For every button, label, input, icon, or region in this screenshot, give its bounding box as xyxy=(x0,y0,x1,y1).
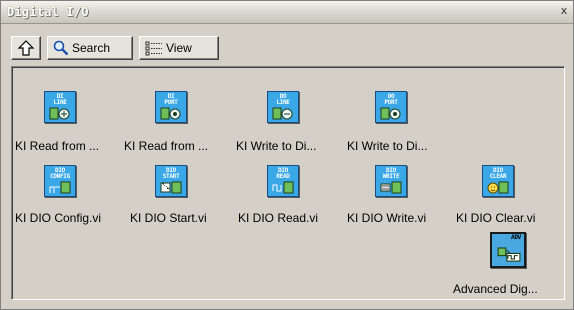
icon-text-line-2: WRITE xyxy=(382,173,400,180)
palette-item-label: KI Read from ... xyxy=(124,139,209,153)
palette-item-label: KI Write to Di... xyxy=(236,139,317,153)
icon-text-line-2: CLEAR xyxy=(489,173,507,180)
up-arrow-icon xyxy=(17,40,35,56)
digital-input-port-icon[interactable]: DI PORT xyxy=(155,91,187,123)
advanced-digital-folder-icon[interactable]: ADV xyxy=(490,232,526,268)
search-button[interactable]: Search xyxy=(47,36,133,60)
icon-text-line-2: CONFIG xyxy=(50,173,70,180)
icon-text-line-2: LINE xyxy=(53,99,67,106)
dio-config-icon[interactable]: DIO CONFIG xyxy=(44,165,76,197)
icon-glyph xyxy=(380,107,401,120)
view-button[interactable]: View xyxy=(139,36,219,60)
view-list-icon xyxy=(145,41,162,56)
icon-glyph xyxy=(160,181,182,194)
icon-text-line-2: START xyxy=(162,173,180,180)
title-bar[interactable]: Digital I/O x xyxy=(1,1,573,24)
close-icon[interactable]: x xyxy=(557,4,571,18)
digital-output-line-icon[interactable]: DO LINE xyxy=(267,91,299,123)
icon-glyph xyxy=(272,181,294,194)
palette-item-label: Advanced Dig... xyxy=(453,282,538,296)
icon-glyph xyxy=(272,107,293,120)
icon-text-line-2: READ xyxy=(276,173,290,180)
icon-glyph xyxy=(487,181,509,194)
palette-item-label: KI DIO Config.vi xyxy=(15,211,102,225)
icon-glyph xyxy=(49,181,71,194)
digital-io-palette-window: Digital I/O x Search View DI LINE KI Rea… xyxy=(0,0,574,310)
icon-glyph xyxy=(497,247,521,262)
palette-item-label: KI Write to Di... xyxy=(347,139,428,153)
search-button-label: Search xyxy=(72,41,111,55)
icon-text-line-2: PORT xyxy=(164,99,178,106)
icon-text-line-2: LINE xyxy=(276,99,290,106)
up-button[interactable] xyxy=(11,36,41,60)
icon-glyph xyxy=(380,181,402,194)
dio-start-icon[interactable]: DIO START xyxy=(155,165,187,197)
palette-item-label: KI DIO Clear.vi xyxy=(456,211,536,225)
icon-glyph xyxy=(160,107,181,120)
palette-item-label: KI DIO Start.vi xyxy=(130,211,207,225)
icon-glyph xyxy=(49,107,70,120)
palette-item-label: KI DIO Write.vi xyxy=(347,211,427,225)
palette-item-label: KI Read from ... xyxy=(15,139,100,153)
dio-write-icon[interactable]: DIO WRITE xyxy=(375,165,407,197)
view-button-label: View xyxy=(166,41,192,55)
dio-read-icon[interactable]: DIO READ xyxy=(267,165,299,197)
window-title: Digital I/O xyxy=(7,5,89,19)
digital-output-port-icon[interactable]: DO PORT xyxy=(375,91,407,123)
digital-input-line-icon[interactable]: DI LINE xyxy=(44,91,76,123)
magnifier-icon xyxy=(53,40,69,56)
icon-text-line-1: ADV xyxy=(511,234,521,241)
dio-clear-icon[interactable]: DIO CLEAR xyxy=(482,165,514,197)
palette-item-label: KI DIO Read.vi xyxy=(238,211,319,225)
palette-pane: DI LINE KI Read from ... DI PORT KI Read from… xyxy=(11,66,565,300)
icon-text-line-2: PORT xyxy=(384,99,398,106)
